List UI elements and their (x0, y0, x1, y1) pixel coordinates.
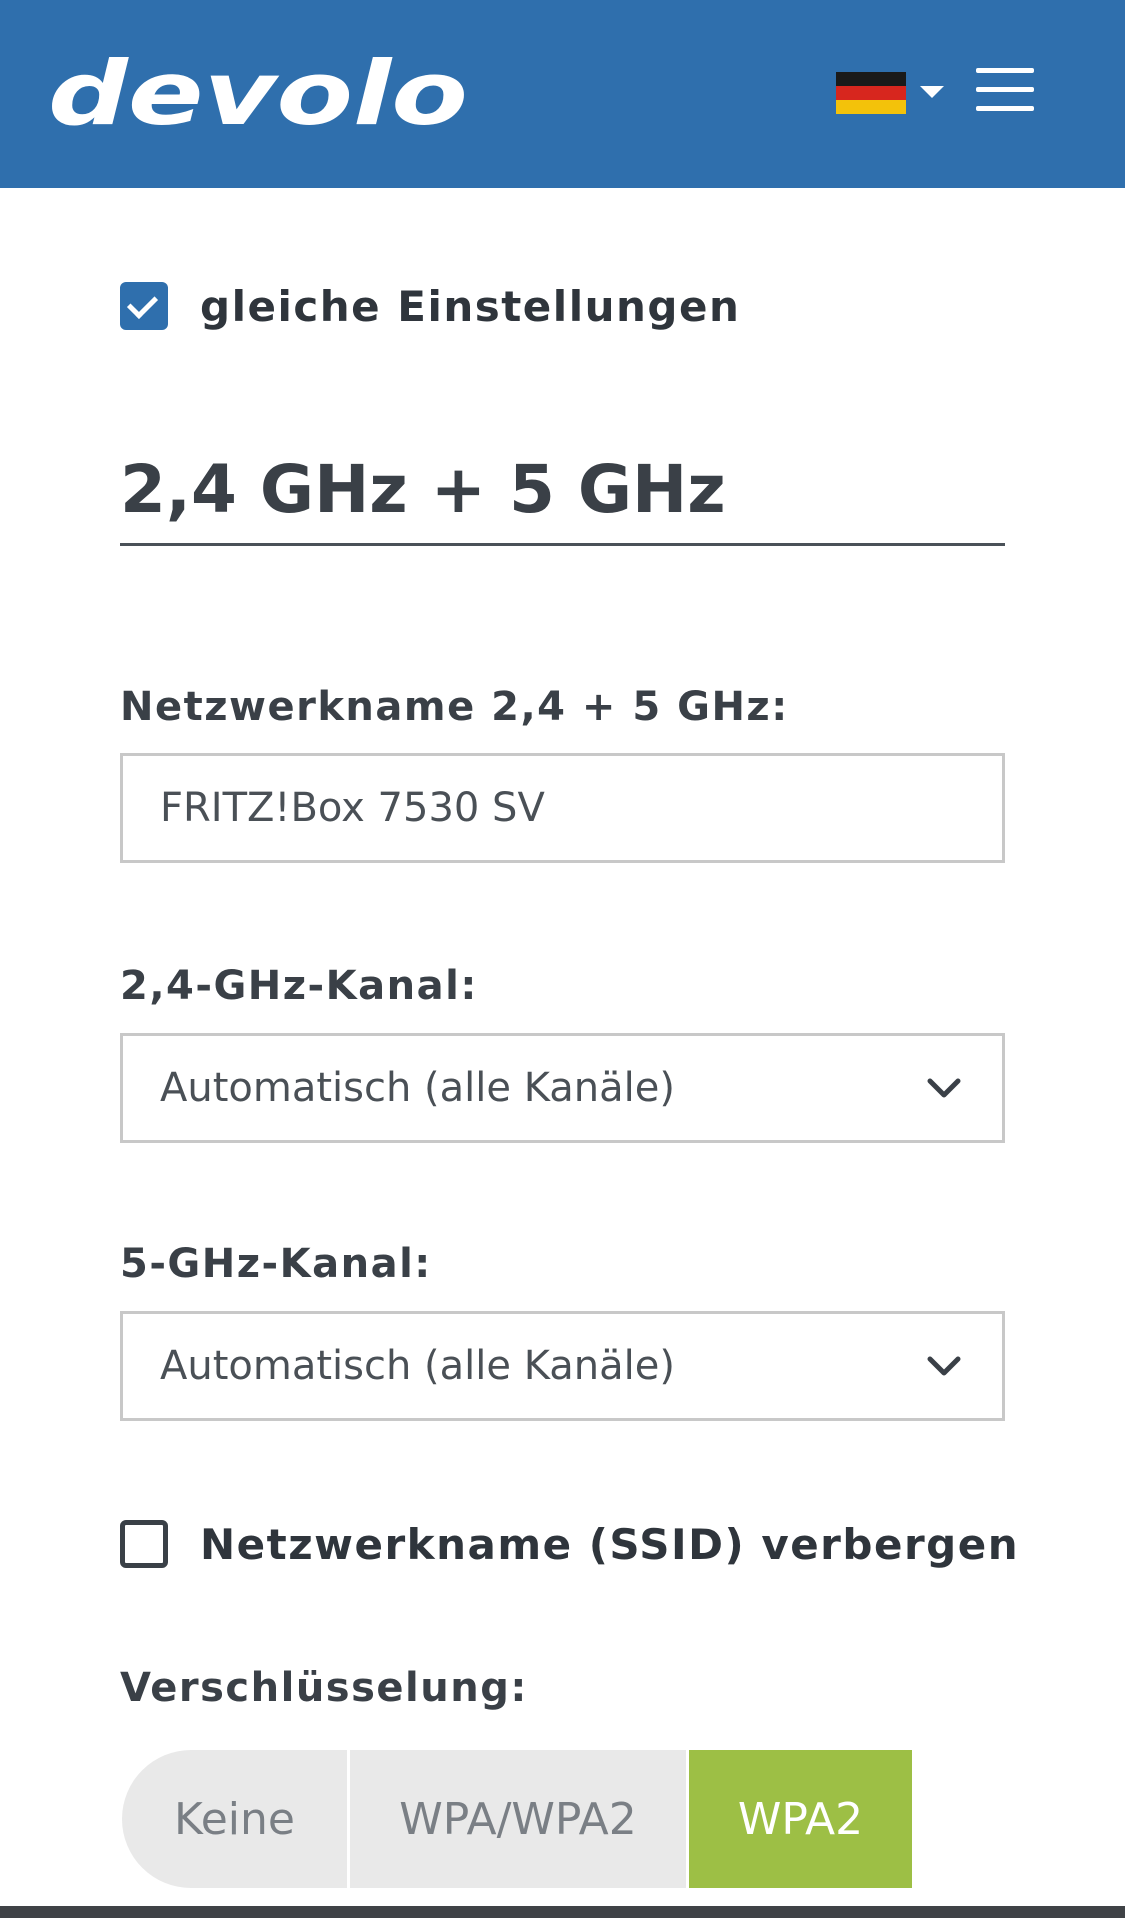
channel-5-value: Automatisch (alle Kanäle) (160, 1343, 675, 1389)
hide-ssid-label: Netzwerkname (SSID) verbergen (200, 1519, 1020, 1569)
german-flag-icon (836, 72, 906, 114)
top-header: devolo (0, 0, 1125, 188)
channel-24-label: 2,4-GHz-Kanal: (120, 963, 478, 1009)
caret-down-icon (920, 86, 944, 98)
encryption-option-wpa-wpa2[interactable]: WPA/WPA2 (350, 1750, 689, 1888)
channel-5-label: 5-GHz-Kanal: (120, 1241, 432, 1287)
chevron-down-icon (927, 1078, 961, 1098)
encryption-segmented-control: Keine WPA/WPA2 WPA2 (122, 1750, 912, 1888)
channel-5-select[interactable]: Automatisch (alle Kanäle) (120, 1311, 1005, 1421)
encryption-option-wpa2[interactable]: WPA2 (689, 1750, 912, 1888)
channel-24-value: Automatisch (alle Kanäle) (160, 1065, 675, 1111)
same-settings-checkbox-row[interactable]: gleiche Einstellungen (120, 281, 740, 331)
network-name-label: Netzwerkname 2,4 + 5 GHz: (120, 684, 789, 730)
language-selector[interactable] (836, 70, 948, 116)
hide-ssid-checkbox[interactable] (120, 1520, 168, 1568)
network-name-input[interactable] (120, 753, 1005, 863)
same-settings-checkbox[interactable] (120, 282, 168, 330)
hamburger-menu-icon[interactable] (972, 66, 1036, 114)
hide-ssid-checkbox-row[interactable]: Netzwerkname (SSID) verbergen (120, 1519, 1019, 1569)
band-section-title: 2,4 GHz + 5 GHz (120, 457, 1005, 546)
channel-24-select[interactable]: Automatisch (alle Kanäle) (120, 1033, 1005, 1143)
devolo-logo[interactable]: devolo (48, 52, 470, 134)
encryption-label: Verschlüsselung: (120, 1665, 528, 1711)
same-settings-label: gleiche Einstellungen (200, 281, 741, 331)
encryption-option-none[interactable]: Keine (122, 1750, 350, 1888)
svg-text:devolo: devolo (48, 52, 468, 134)
chevron-down-icon (927, 1356, 961, 1376)
bottom-bar (0, 1906, 1125, 1918)
